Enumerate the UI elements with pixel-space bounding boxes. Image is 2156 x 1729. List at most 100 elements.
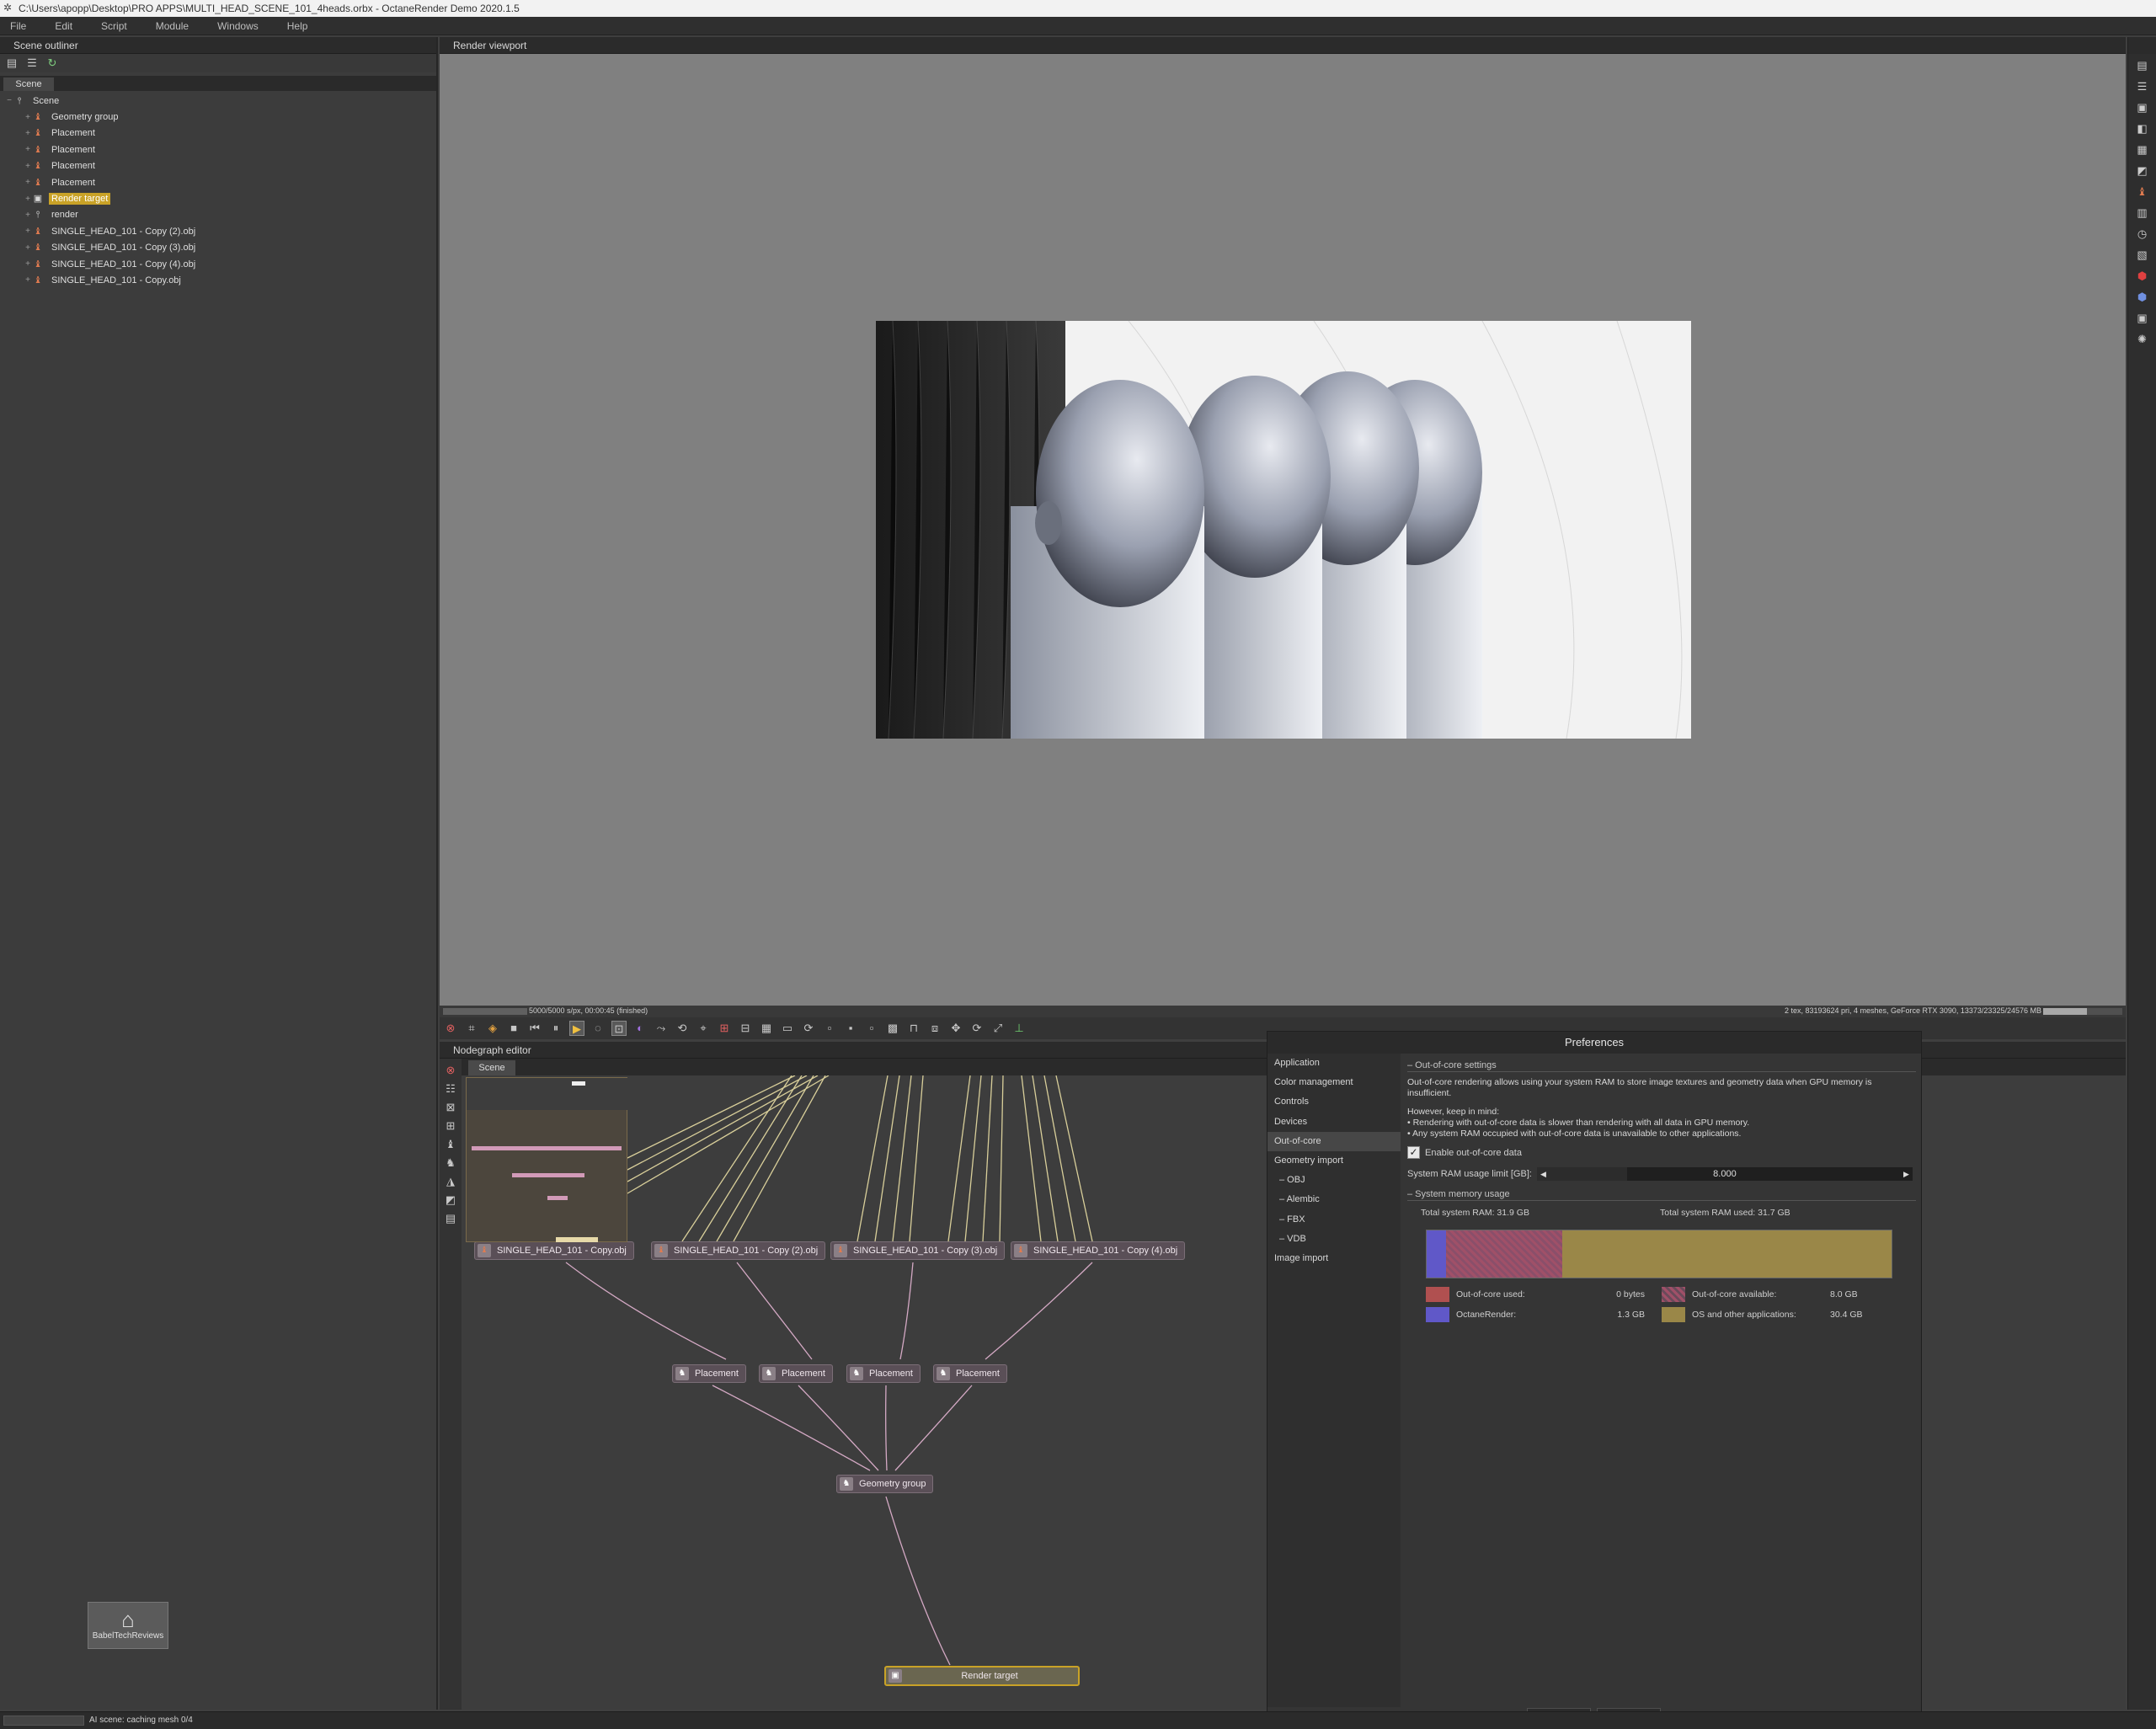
list-icon[interactable]: ☰ <box>2133 77 2152 96</box>
mesh-add-icon[interactable]: ♝ <box>444 1138 457 1151</box>
menu-module[interactable]: Module <box>156 20 189 32</box>
category-controls[interactable]: Controls <box>1267 1092 1401 1112</box>
display-icon[interactable]: ▭ <box>780 1021 795 1036</box>
menu-edit[interactable]: Edit <box>55 20 72 32</box>
clock-icon[interactable]: ◷ <box>2133 225 2152 243</box>
recenter-nodes-icon[interactable]: ⊗ <box>444 1064 457 1077</box>
placement-node-3[interactable]: ♞ Placement <box>846 1364 921 1383</box>
expand-toggle-icon[interactable]: + <box>24 259 32 269</box>
expand-toggle-icon[interactable]: + <box>24 211 32 220</box>
expand-toggle-icon[interactable]: + <box>24 275 32 285</box>
render-target-node[interactable]: ▣ Render target <box>884 1666 1080 1686</box>
expand-toggle-icon[interactable]: + <box>24 162 32 171</box>
expand-toggle-icon[interactable]: + <box>24 129 32 138</box>
expand-toggle-icon[interactable]: + <box>24 243 32 253</box>
decal-icon[interactable]: ▫ <box>822 1021 837 1036</box>
world-axis-icon[interactable]: ⊥ <box>1011 1021 1027 1036</box>
menu-help[interactable]: Help <box>287 20 308 32</box>
category-geometry-import[interactable]: Geometry import <box>1267 1151 1401 1171</box>
slider-increase-icon[interactable]: ▶ <box>1903 1167 1909 1181</box>
menu-file[interactable]: File <box>10 20 26 32</box>
placement-node-2[interactable]: ♞ Placement <box>759 1364 833 1383</box>
expand-toggle-icon[interactable]: + <box>24 195 32 204</box>
image-icon[interactable]: ▣ <box>2133 99 2152 117</box>
render-target-node-icon[interactable]: ▣ <box>2133 309 2152 328</box>
color-picker-icon[interactable]: ◈ <box>485 1021 500 1036</box>
ram-limit-slider[interactable]: ◀ 8.000 ▶ <box>1536 1167 1913 1181</box>
category-image-import[interactable]: Image import <box>1267 1249 1401 1268</box>
mesh-node-copy-4[interactable]: ♝ SINGLE_HEAD_101 - Copy (4).obj <box>1011 1241 1186 1260</box>
grid-icon[interactable]: ▧ <box>2133 246 2152 264</box>
camera-node-icon[interactable]: ◩ <box>2133 162 2152 180</box>
tree-item[interactable]: + ♝ SINGLE_HEAD_101 - Copy.obj <box>0 272 438 288</box>
focus-pick-icon[interactable]: ⟲ <box>675 1021 690 1036</box>
mesh-node-icon[interactable]: ♝ <box>2133 183 2152 201</box>
texture-add-icon[interactable]: ◮ <box>444 1175 457 1188</box>
scale-gizmo-icon[interactable]: ⤢ <box>990 1021 1006 1036</box>
placement-node-1[interactable]: ♞ Placement <box>672 1364 746 1383</box>
menu-windows[interactable]: Windows <box>217 20 259 32</box>
arrange-icon[interactable]: ☷ <box>444 1082 457 1096</box>
pick-material-icon[interactable]: ◐ <box>632 1021 648 1036</box>
clay-mode-icon[interactable]: ⟳ <box>801 1021 816 1036</box>
enable-out-of-core-checkbox[interactable]: ✓ <box>1407 1146 1420 1159</box>
rendered-image[interactable] <box>876 321 1691 739</box>
category-out-of-core[interactable]: Out-of-core <box>1267 1131 1401 1151</box>
play-icon[interactable]: ▶ <box>569 1021 584 1036</box>
restart-icon[interactable]: ⏮ <box>527 1021 542 1036</box>
nodegraph-minimap[interactable] <box>466 1077 628 1242</box>
material-add-icon[interactable]: ◩ <box>444 1193 457 1207</box>
tree-item[interactable]: + ♝ Geometry group <box>0 109 438 125</box>
tree-item[interactable]: + ♝ SINGLE_HEAD_101 - Copy (4).obj <box>0 256 438 272</box>
expand-all-icon[interactable]: ▤ <box>5 56 19 70</box>
category-color-management[interactable]: Color management <box>1267 1073 1401 1092</box>
placement-node-4[interactable]: ♞ Placement <box>933 1364 1007 1383</box>
sub-sampling-icon[interactable]: ▪ <box>843 1021 858 1036</box>
expand-toggle-icon[interactable]: + <box>24 145 32 154</box>
lock-icon[interactable]: ⊓ <box>906 1021 921 1036</box>
tree-item[interactable]: + ♝ SINGLE_HEAD_101 - Copy (2).obj <box>0 223 438 239</box>
realtime-icon[interactable]: ◌ <box>590 1021 606 1036</box>
category-devices[interactable]: Devices <box>1267 1113 1401 1132</box>
expand-toggle-icon[interactable]: + <box>24 113 32 122</box>
stop-icon[interactable]: ■ <box>506 1021 521 1036</box>
blue-material-icon[interactable]: ⬢ <box>2133 288 2152 307</box>
texture-icon[interactable]: ▦ <box>2133 141 2152 159</box>
tree-item[interactable]: + ♝ Placement <box>0 141 438 157</box>
category-fbx[interactable]: – FBX <box>1267 1210 1401 1230</box>
group-icon[interactable]: ⊠ <box>444 1101 457 1114</box>
refresh-icon[interactable]: ↻ <box>45 56 59 70</box>
pick-object-icon[interactable]: ⤳ <box>654 1021 669 1036</box>
mesh-node-copy-2[interactable]: ♝ SINGLE_HEAD_101 - Copy (2).obj <box>651 1241 826 1260</box>
enable-out-of-core-row[interactable]: ✓ Enable out-of-core data <box>1407 1146 1916 1159</box>
node-graph-icon[interactable]: ⊞ <box>444 1119 457 1133</box>
category-obj[interactable]: – OBJ <box>1267 1171 1401 1190</box>
tree-item[interactable]: + ⫯ render <box>0 207 438 223</box>
red-material-icon[interactable]: ⬢ <box>2133 267 2152 285</box>
slider-decrease-icon[interactable]: ◀ <box>1540 1167 1546 1181</box>
menu-script[interactable]: Script <box>101 20 127 32</box>
object-bounds-icon[interactable]: ⧈ <box>927 1021 942 1036</box>
collapse-icon[interactable]: ☰ <box>25 56 39 70</box>
category-alembic[interactable]: – Alembic <box>1267 1190 1401 1209</box>
move-gizmo-icon[interactable]: ✥ <box>948 1021 963 1036</box>
tree-item[interactable]: + ♝ Placement <box>0 125 438 141</box>
table-icon[interactable]: ▥ <box>2133 204 2152 222</box>
tree-item[interactable]: + ♝ Placement <box>0 174 438 190</box>
expand-toggle-icon[interactable]: + <box>24 178 32 187</box>
camera-icon[interactable]: ▦ <box>759 1021 774 1036</box>
geometry-add-icon[interactable]: ♞ <box>444 1156 457 1170</box>
tab-scene-graph[interactable]: Scene <box>468 1060 515 1075</box>
settings-icon[interactable]: ✺ <box>2133 330 2152 349</box>
tree-item-scene[interactable]: − ⫯ Scene <box>0 93 438 109</box>
layers-icon[interactable]: ▤ <box>2133 56 2152 75</box>
region-render-icon[interactable]: ⊡ <box>611 1021 627 1036</box>
category-vdb[interactable]: – VDB <box>1267 1230 1401 1249</box>
collapse-toggle-icon[interactable]: − <box>5 96 13 105</box>
category-application[interactable]: Application <box>1267 1054 1401 1073</box>
render-passes-icon[interactable]: ▫ <box>864 1021 879 1036</box>
tree-item-render-target[interactable]: + ▣ Render target <box>0 190 438 206</box>
tree-item[interactable]: + ♝ Placement <box>0 158 438 174</box>
geometry-group-node[interactable]: ♞ Geometry group <box>836 1475 934 1493</box>
expand-toggle-icon[interactable]: + <box>24 227 32 236</box>
